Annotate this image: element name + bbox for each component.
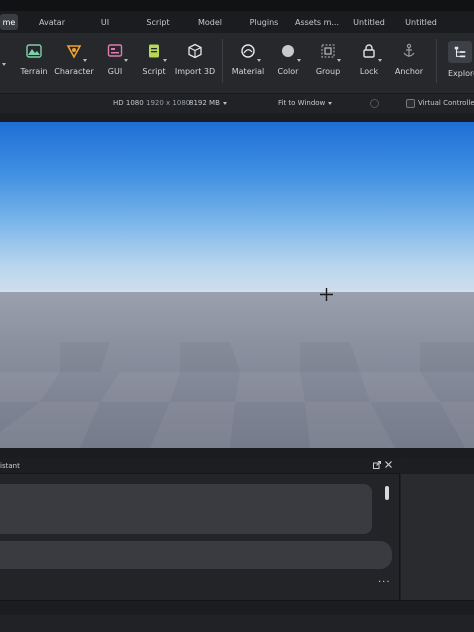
explorer-button[interactable]: Explore (448, 41, 474, 89)
tab-script[interactable]: Script (144, 14, 172, 30)
studio-window: me Avatar UI Script Model Plugins Assets… (0, 0, 474, 632)
gui-label: GUI (107, 67, 123, 76)
viewport-frame (0, 113, 474, 122)
home-ribbon: Terrain Character GUI Script Import 3D M… (0, 33, 474, 93)
script-icon (144, 41, 167, 62)
assistant-message (0, 484, 372, 534)
baseplate (0, 292, 474, 448)
color-icon (278, 41, 301, 62)
title-strip (0, 0, 474, 11)
character-button[interactable]: Character (54, 41, 94, 89)
more-options-button[interactable]: ... (378, 574, 391, 585)
chevron-down-icon (328, 101, 333, 105)
anchor-button[interactable]: Anchor (394, 41, 424, 89)
ribbon-tab-bar: me Avatar UI Script Model Plugins Assets… (0, 11, 474, 33)
fit-label: Fit to Window (278, 99, 326, 107)
character-icon (64, 41, 87, 62)
import-3d-button[interactable]: Import 3D (174, 41, 216, 89)
chevron-down-icon (222, 101, 227, 105)
scrollbar-thumb[interactable] (385, 486, 389, 500)
viewport-toolbar: HD 1080 1920 x 1080 8192 MB Fit to Windo… (0, 93, 474, 113)
virtual-controller-checkbox[interactable] (406, 99, 415, 108)
skybox (0, 122, 474, 292)
tab-home[interactable]: me (0, 14, 18, 30)
lock-icon (359, 41, 382, 62)
tab-plugins[interactable]: Plugins (248, 14, 280, 30)
material-label: Material (231, 67, 265, 76)
terrain-button[interactable]: Terrain (20, 41, 48, 89)
material-button[interactable]: Material (232, 41, 264, 89)
lock-button[interactable]: Lock (358, 41, 382, 89)
assistant-panel: istant ... (0, 458, 400, 600)
lock-label: Lock (359, 67, 379, 76)
checker-pattern (0, 342, 474, 448)
color-button[interactable]: Color (276, 41, 301, 89)
memory-label: 8192 MB (189, 99, 220, 107)
import-3d-label: Import 3D (174, 67, 216, 76)
group-label: Group (315, 67, 341, 76)
explorer-label: Explore (448, 69, 474, 78)
tab-untitled-1[interactable]: Untitled (352, 14, 386, 30)
group-button[interactable]: Group (314, 41, 342, 89)
status-bar (0, 600, 474, 632)
side-panel (401, 458, 474, 600)
quality-label: HD 1080 (113, 99, 144, 107)
script-button[interactable]: Script (141, 41, 167, 89)
anchor-icon (399, 41, 419, 61)
terrain-icon (24, 41, 44, 61)
rotate-icon[interactable] (370, 99, 379, 108)
tab-ui[interactable]: UI (98, 14, 112, 30)
color-label: Color (277, 67, 299, 76)
fit-select[interactable]: Fit to Window (278, 99, 333, 107)
explorer-icon (448, 41, 472, 63)
character-label: Character (54, 67, 94, 76)
assistant-panel-title: istant (0, 462, 20, 470)
assistant-panel-header: istant (0, 458, 400, 474)
virtual-controller-label: Virtual Controller (418, 99, 474, 107)
3d-viewport[interactable] (0, 122, 474, 448)
command-bar[interactable] (0, 615, 474, 632)
gui-icon (105, 41, 128, 62)
ribbon-divider (436, 39, 437, 83)
ribbon-divider (222, 39, 223, 83)
assistant-input[interactable] (0, 541, 392, 569)
script-label: Script (142, 67, 166, 76)
material-icon (238, 41, 261, 62)
tab-avatar[interactable]: Avatar (36, 14, 68, 30)
tab-assets-manager[interactable]: Assets m... (295, 14, 339, 30)
tab-untitled-2[interactable]: Untitled (404, 14, 438, 30)
crosshair-icon (320, 288, 333, 301)
tab-model[interactable]: Model (196, 14, 224, 30)
close-icon[interactable] (384, 461, 393, 470)
chevron-down-icon (2, 63, 6, 66)
resolution-label: 1920 x 1080 (146, 99, 191, 107)
panel-divider[interactable] (0, 448, 474, 458)
anchor-label: Anchor (394, 67, 424, 76)
popout-icon[interactable] (372, 461, 381, 470)
memory-select[interactable]: 8192 MB (189, 99, 227, 107)
gui-button[interactable]: GUI (104, 41, 128, 89)
side-panel-header (401, 458, 474, 474)
terrain-label: Terrain (20, 67, 48, 76)
import-3d-icon (185, 41, 205, 61)
group-icon (318, 41, 341, 62)
